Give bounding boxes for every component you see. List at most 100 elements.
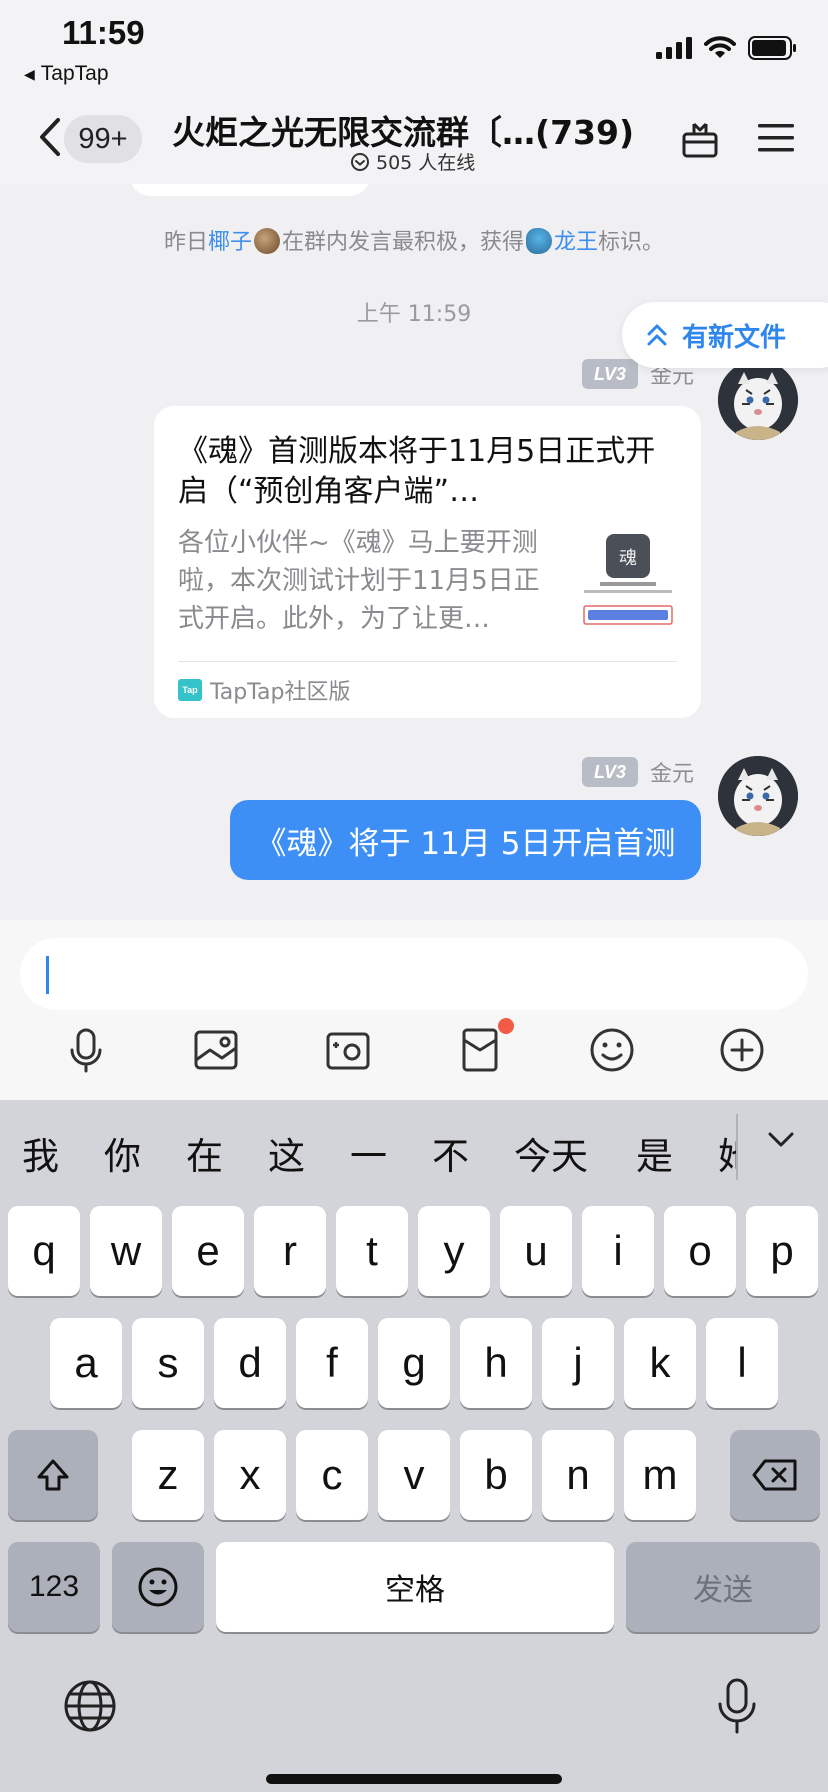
chat-title[interactable]: 火炬之光无限交流群〔…(739) — [172, 106, 642, 154]
tiger-avatar-icon — [718, 360, 798, 440]
gift-icon[interactable] — [680, 118, 720, 160]
input-area — [0, 920, 828, 1100]
toolbar — [0, 1018, 828, 1084]
key-d[interactable]: d — [214, 1318, 286, 1408]
chat-header: 99+ 火炬之光无限交流群〔…(739) 505 人在线 — [0, 96, 828, 184]
backspace-key[interactable] — [730, 1430, 820, 1520]
sender-row-2: LV3 金元 — [582, 756, 694, 788]
candidate-word[interactable]: 今天 — [514, 1126, 588, 1180]
key-q[interactable]: q — [8, 1206, 80, 1296]
status-bar: 11:59 ◀ TapTap — [0, 0, 828, 96]
candidate-word[interactable]: 你 — [104, 1126, 141, 1180]
text-caret — [46, 956, 49, 994]
key-u[interactable]: u — [500, 1206, 572, 1296]
home-indicator — [266, 1774, 562, 1784]
emoji-key[interactable] — [112, 1542, 204, 1632]
battery-icon — [748, 36, 796, 60]
candidate-word[interactable]: 我 — [22, 1126, 59, 1180]
camera-icon[interactable] — [322, 1024, 374, 1076]
avatar[interactable] — [718, 756, 798, 836]
key-t[interactable]: t — [336, 1206, 408, 1296]
back-app-label: TapTap — [40, 62, 109, 85]
system-msg-title-link[interactable]: 龙王 — [554, 230, 598, 255]
key-w[interactable]: w — [90, 1206, 162, 1296]
emoji-icon — [138, 1567, 178, 1607]
key-z[interactable]: z — [132, 1430, 204, 1520]
key-h[interactable]: h — [460, 1318, 532, 1408]
message-input[interactable] — [20, 938, 808, 1010]
candidate-word[interactable]: 是 — [636, 1126, 673, 1180]
chat-message-list[interactable]: 昨日椰子 在群内发言最积极，获得 龙王标识。 上午 11:59 LV3 金元 《魂》… — [0, 184, 828, 920]
space-key[interactable]: 空格 — [216, 1542, 614, 1632]
system-msg-user-link[interactable]: 椰子 — [208, 230, 252, 255]
key-b[interactable]: b — [460, 1430, 532, 1520]
system-msg-suffix: 标识。 — [598, 230, 665, 255]
candidate-word[interactable]: 不 — [432, 1126, 469, 1180]
key-f[interactable]: f — [296, 1318, 368, 1408]
tiger-avatar-icon — [718, 756, 798, 836]
candidate-bar: 我 你 在 这 一 不 今天 是 她 — [0, 1100, 828, 1196]
shift-key[interactable] — [8, 1430, 98, 1520]
key-l[interactable]: l — [706, 1318, 778, 1408]
key-r[interactable]: r — [254, 1206, 326, 1296]
system-message: 昨日椰子 在群内发言最积极，获得 龙王标识。 — [0, 224, 828, 256]
svg-text:魂: 魂 — [619, 548, 637, 569]
plus-icon[interactable] — [716, 1024, 768, 1076]
key-v[interactable]: v — [378, 1430, 450, 1520]
microphone-icon[interactable] — [60, 1024, 112, 1076]
menu-icon[interactable] — [756, 120, 796, 156]
sender-name[interactable]: 金元 — [650, 756, 694, 788]
key-a[interactable]: a — [50, 1318, 122, 1408]
expand-candidates-chevron-icon[interactable] — [766, 1130, 796, 1150]
red-packet-button[interactable] — [454, 1018, 514, 1076]
send-key[interactable]: 发送 — [626, 1542, 820, 1632]
back-triangle-icon: ◀ — [24, 65, 35, 82]
key-m[interactable]: m — [624, 1430, 696, 1520]
candidate-word[interactable]: 一 — [350, 1126, 387, 1180]
key-n[interactable]: n — [542, 1430, 614, 1520]
red-packet-icon — [462, 1028, 498, 1072]
shift-arrow-icon — [37, 1459, 69, 1491]
key-g[interactable]: g — [378, 1318, 450, 1408]
image-icon[interactable] — [190, 1024, 242, 1076]
unread-count-badge[interactable]: 99+ — [64, 115, 142, 163]
new-file-button[interactable]: 有新文件 — [622, 302, 828, 368]
candidate-word[interactable]: 她 — [718, 1126, 738, 1180]
key-j[interactable]: j — [542, 1318, 614, 1408]
keyboard: 我 你 在 这 一 不 今天 是 她 q w e r t y u i o p a… — [0, 1100, 828, 1792]
level-badge: LV3 — [582, 757, 638, 787]
numbers-key[interactable]: 123 — [8, 1542, 100, 1632]
system-msg-prefix: 昨日 — [163, 230, 208, 255]
online-count: 505 人在线 — [350, 148, 475, 175]
key-i[interactable]: i — [582, 1206, 654, 1296]
status-time: 11:59 — [62, 14, 145, 51]
online-check-icon — [351, 152, 369, 171]
dictation-microphone-icon[interactable] — [712, 1676, 762, 1736]
level-badge: LV3 — [582, 359, 638, 389]
candidate-word[interactable]: 在 — [186, 1126, 223, 1180]
candidate-word[interactable]: 这 — [268, 1126, 305, 1180]
key-k[interactable]: k — [624, 1318, 696, 1408]
message-bubble[interactable]: 《魂》将于 11月 5日开启首测 — [230, 800, 701, 880]
back-to-app-link[interactable]: ◀ TapTap — [24, 62, 109, 86]
key-x[interactable]: x — [214, 1430, 286, 1520]
candidate-divider — [736, 1114, 738, 1180]
globe-icon[interactable] — [62, 1678, 118, 1734]
key-p[interactable]: p — [746, 1206, 818, 1296]
emoji-icon[interactable] — [586, 1024, 638, 1076]
key-s[interactable]: s — [132, 1318, 204, 1408]
card-source: Tap TapTap社区版 — [178, 674, 351, 706]
back-chevron-icon[interactable] — [32, 114, 68, 160]
key-c[interactable]: c — [296, 1430, 368, 1520]
backspace-icon — [752, 1459, 797, 1491]
system-msg-middle: 在群内发言最积极，获得 — [281, 230, 524, 255]
key-o[interactable]: o — [664, 1206, 736, 1296]
card-thumbnail-image: 魂 — [578, 530, 678, 630]
key-e[interactable]: e — [172, 1206, 244, 1296]
notification-dot — [498, 1018, 514, 1034]
card-title: 《魂》首测版本将于11月5日正式开启（“预创角客户端”… — [178, 434, 656, 509]
avatar[interactable] — [718, 360, 798, 440]
key-y[interactable]: y — [418, 1206, 490, 1296]
dragon-icon — [526, 228, 552, 254]
shared-link-card[interactable]: 《魂》首测版本将于11月5日正式开启（“预创角客户端”… 各位小伙伴~《魂》马上… — [154, 406, 701, 718]
